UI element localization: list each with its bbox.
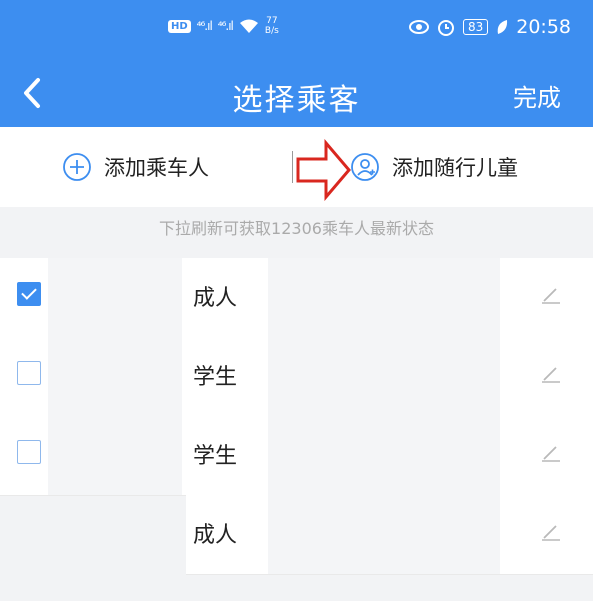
done-button[interactable]: 完成 [513, 78, 561, 113]
add-actions-bar: 添加乘车人 添加随行儿童 [0, 127, 593, 207]
alarm-icon [437, 20, 454, 36]
plus-circle-icon [63, 153, 91, 181]
passenger-row[interactable]: 学生 [0, 416, 593, 496]
add-child-button[interactable]: 添加随行儿童 [350, 147, 518, 187]
passenger-row[interactable]: 成人 [0, 258, 593, 338]
redacted-id [268, 495, 500, 574]
clock: 20:58 [516, 16, 571, 38]
divider [292, 151, 293, 183]
status-left: HD ⁴⁶.ıl ⁴⁶.ıl 77 B/s [168, 16, 279, 36]
status-right: 83 20:58 [408, 16, 571, 38]
passenger-list: 成人 学生 学生 成人 [0, 258, 593, 575]
add-child-label: 添加随行儿童 [392, 156, 518, 180]
battery-indicator: 83 [462, 19, 489, 35]
edit-pencil-icon[interactable] [539, 519, 563, 543]
refresh-hint: 下拉刷新可获取12306乘车人最新状态 [159, 219, 434, 238]
edit-pencil-icon[interactable] [539, 440, 563, 464]
redacted-id [268, 258, 500, 337]
redacted-id [268, 416, 500, 495]
app-header: HD ⁴⁶.ıl ⁴⁶.ıl 77 B/s 83 20:58 选择乘客 完成 [0, 0, 593, 127]
network-speed: 77 B/s [264, 16, 279, 36]
edit-pencil-icon[interactable] [539, 361, 563, 385]
passenger-type: 成人 [193, 523, 238, 548]
child-user-icon [351, 153, 379, 181]
wifi-icon [239, 19, 258, 33]
passenger-row[interactable]: 学生 [0, 337, 593, 417]
leaf-icon [497, 20, 508, 34]
passenger-row[interactable]: 成人 [0, 495, 593, 575]
passenger-checkbox[interactable] [17, 440, 41, 464]
redacted-id [268, 337, 500, 416]
eye-icon [408, 20, 429, 34]
nav-bar: 选择乘客 完成 [0, 62, 593, 124]
page-title: 选择乘客 [232, 83, 361, 118]
add-passenger-button[interactable]: 添加乘车人 [62, 147, 209, 187]
signal-icon-1: ⁴⁶.ıl [196, 19, 213, 33]
passenger-type: 成人 [193, 286, 238, 311]
edit-pencil-icon[interactable] [539, 282, 563, 306]
status-bar: HD ⁴⁶.ıl ⁴⁶.ıl 77 B/s 83 20:58 [0, 0, 593, 58]
passenger-checkbox-checked[interactable] [17, 282, 41, 306]
redacted-name [48, 337, 182, 416]
add-passenger-label: 添加乘车人 [104, 156, 209, 180]
signal-icon-2: ⁴⁶.ıl [217, 19, 234, 33]
annotation-arrow-icon [296, 139, 351, 201]
passenger-type: 学生 [193, 444, 238, 469]
passenger-checkbox[interactable] [17, 361, 41, 385]
redacted-name [48, 416, 182, 495]
passenger-type: 学生 [193, 365, 238, 390]
redacted-name [48, 258, 182, 337]
hd-badge: HD [168, 19, 191, 33]
